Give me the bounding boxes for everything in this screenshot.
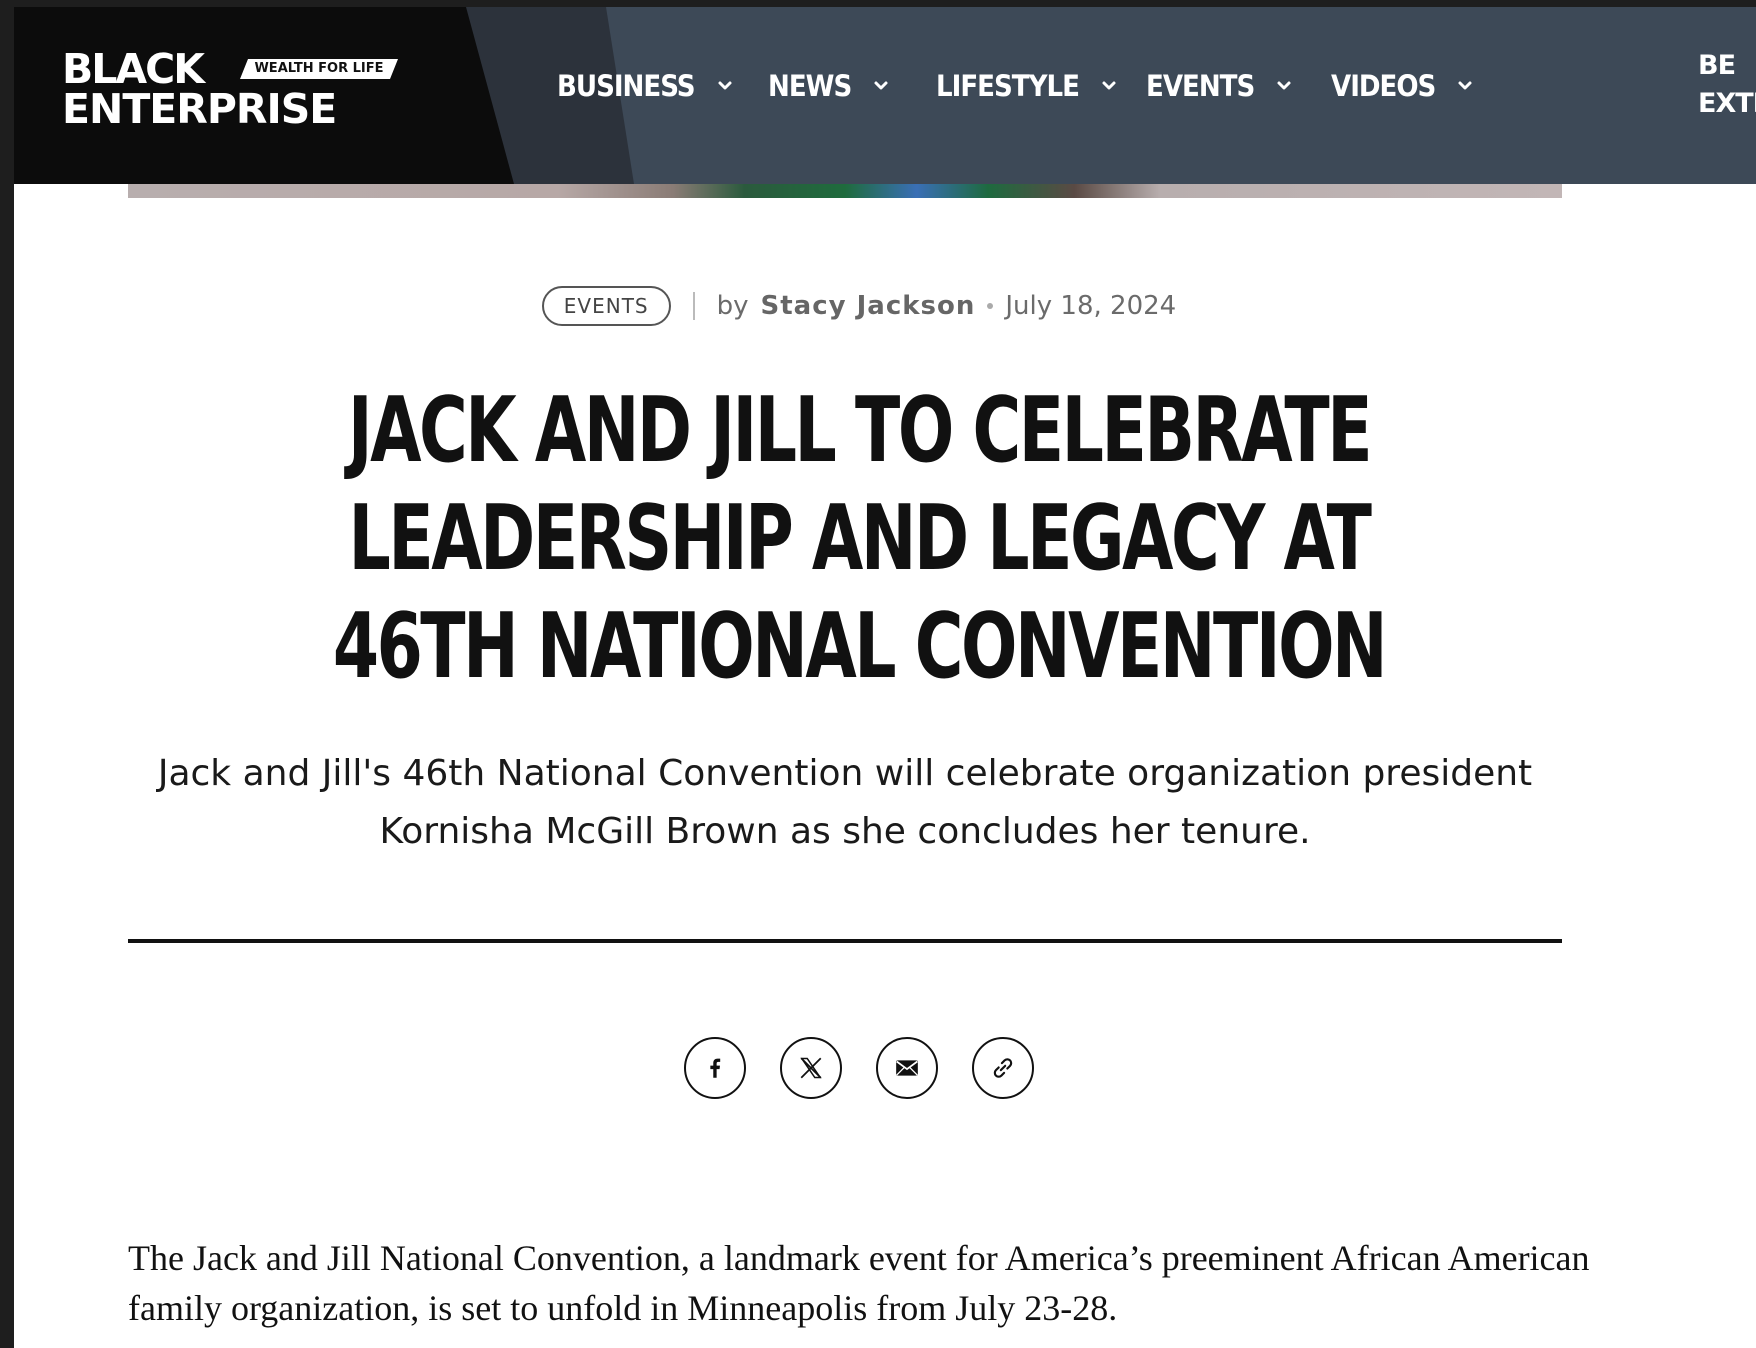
article-meta: EVENTS by Stacy Jackson July 18, 2024 [14, 286, 1704, 326]
category-badge[interactable]: EVENTS [541, 286, 671, 326]
nav-item-label: LIFESTYLE [936, 69, 1080, 103]
meta-separator-dot [987, 303, 994, 309]
publish-date: July 18, 2024 [1005, 291, 1177, 321]
nav-item-events[interactable]: EVENTS [1146, 69, 1292, 103]
article-dek: Jack and Jill's 46th National Convention… [157, 753, 1533, 852]
chevron-down-icon [1277, 81, 1291, 90]
article-page: BLACK WEALTH FOR LIFE ENTERPRISE BUSINES… [14, 7, 1756, 1348]
article-title: JACK AND JILL TO CELEBRATE LEADERSHIP AN… [332, 378, 1388, 699]
link-icon [993, 1058, 1013, 1078]
nav-item-label: VIDEOS [1331, 69, 1436, 103]
chevron-down-icon [874, 81, 888, 90]
nav-item-label: EVENTS [1146, 69, 1255, 103]
nav-item-label: BUSINESS [557, 69, 695, 103]
nav-item-news[interactable]: NEWS [768, 69, 889, 103]
copy-link-button[interactable] [972, 1037, 1034, 1099]
nav-item-label: NEWS [768, 69, 852, 103]
nav-extra-line1: BE [1698, 50, 1736, 81]
article-body-paragraph: The Jack and Jill National Convention, a… [128, 1238, 1590, 1328]
main-nav: BUSINESS NEWS LIFESTYLE EVENTS VIDEOS BE [14, 7, 1756, 184]
chevron-down-icon [718, 81, 731, 90]
chevron-down-icon [1458, 81, 1472, 90]
hero-image-edge [128, 184, 1562, 198]
nav-extra-line2: EXTR [1698, 88, 1756, 119]
facebook-icon [710, 1058, 721, 1078]
nav-item-business[interactable]: BUSINESS [557, 69, 733, 103]
author-link[interactable]: Stacy Jackson [761, 291, 976, 321]
share-facebook-button[interactable] [684, 1037, 746, 1099]
site-header: BLACK WEALTH FOR LIFE ENTERPRISE BUSINES… [14, 7, 1756, 184]
share-email-button[interactable] [876, 1037, 938, 1099]
section-divider [128, 939, 1562, 943]
share-x-button[interactable] [780, 1037, 842, 1099]
byline-prefix: by [716, 291, 749, 321]
nav-item-videos[interactable]: VIDEOS [1331, 69, 1473, 103]
chevron-down-icon [1102, 81, 1116, 90]
email-icon [896, 1060, 918, 1076]
meta-divider [692, 292, 695, 320]
share-bar [14, 1037, 1704, 1099]
nav-item-lifestyle[interactable]: LIFESTYLE [936, 69, 1117, 103]
x-icon [800, 1057, 822, 1079]
nav-item-be-extraordinary[interactable]: BE EXTR [1698, 47, 1756, 123]
